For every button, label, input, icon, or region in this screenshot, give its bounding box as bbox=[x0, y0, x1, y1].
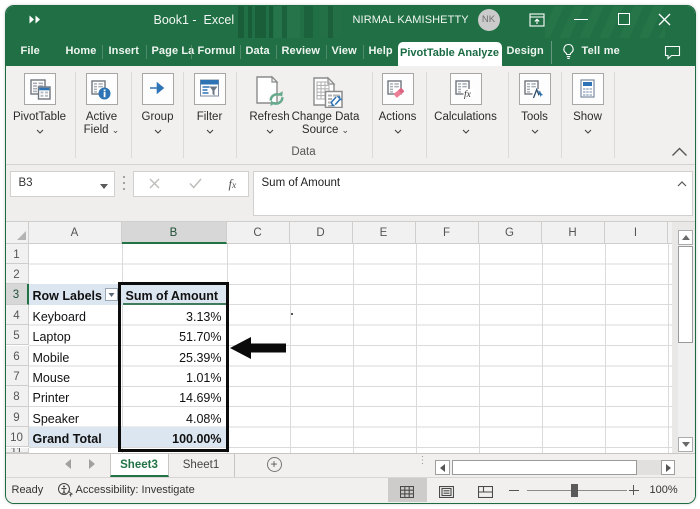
svg-text:fx: fx bbox=[464, 89, 472, 100]
